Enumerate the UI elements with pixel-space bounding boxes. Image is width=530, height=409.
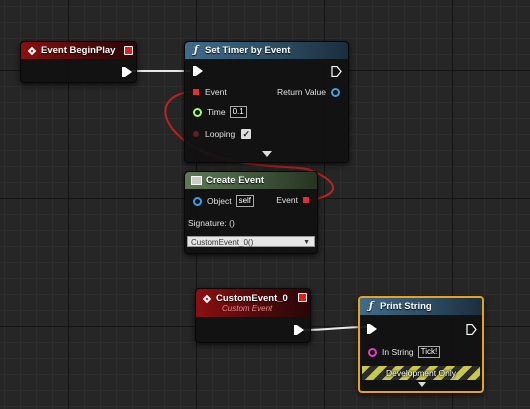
- in-string-value-field[interactable]: Tick!: [417, 346, 441, 358]
- time-row[interactable]: Time 0.1: [193, 106, 247, 118]
- event-output-label: Event: [276, 195, 298, 205]
- signature-row: Signature: (): [188, 218, 235, 228]
- create-event-header[interactable]: Create Event: [185, 172, 317, 189]
- object-row[interactable]: Object self: [193, 195, 255, 207]
- delegate-input-pin[interactable]: [193, 89, 199, 95]
- print-string-header[interactable]: ƒ Print String: [360, 298, 482, 315]
- function-icon: ƒ: [368, 300, 374, 312]
- custom-event-node[interactable]: CustomEvent_0 Custom Event: [195, 288, 311, 343]
- development-only-label: Development Only: [386, 368, 456, 378]
- delegate-output-pin[interactable]: [124, 46, 133, 55]
- return-value-label: Return Value: [277, 87, 326, 97]
- delegate-output-pin[interactable]: [298, 293, 307, 302]
- in-string-row[interactable]: In String Tick!: [368, 346, 441, 358]
- event-begin-play-title: Event BeginPlay: [41, 45, 116, 56]
- object-label: Object: [207, 196, 232, 206]
- diamond-icon: [27, 46, 37, 55]
- event-input-row[interactable]: Event: [193, 87, 227, 97]
- return-value-row[interactable]: Return Value: [277, 87, 340, 97]
- event-output-row[interactable]: Event: [276, 195, 309, 205]
- delegate-output-pin[interactable]: [303, 197, 309, 203]
- event-input-label: Event: [205, 87, 227, 97]
- exec-output-pin[interactable]: [122, 67, 132, 77]
- event-begin-play-header[interactable]: Event BeginPlay: [21, 42, 136, 59]
- set-timer-node[interactable]: ƒ Set Timer by Event Event Return Value …: [184, 41, 349, 163]
- signature-dropdown[interactable]: CustomEvent_0() ▼: [187, 236, 315, 247]
- object-value-field[interactable]: self: [235, 195, 255, 207]
- development-only-strip: Development Only: [362, 366, 480, 380]
- looping-checkbox[interactable]: ✓: [241, 129, 252, 139]
- create-event-node[interactable]: Create Event Object self Event Signature…: [184, 171, 318, 254]
- in-string-label: In String: [382, 347, 414, 357]
- in-string-input-pin[interactable]: [368, 347, 377, 357]
- time-label: Time: [207, 107, 226, 117]
- exec-output-pin[interactable]: [466, 324, 477, 335]
- looping-label: Looping: [205, 129, 236, 139]
- expand-arrow-icon[interactable]: [418, 382, 426, 387]
- custom-event-header[interactable]: CustomEvent_0 Custom Event: [196, 289, 310, 317]
- set-timer-title: Set Timer by Event: [205, 45, 291, 56]
- diamond-icon: [202, 294, 212, 303]
- set-timer-header[interactable]: ƒ Set Timer by Event: [185, 42, 348, 59]
- return-value-pin[interactable]: [331, 87, 340, 97]
- time-value-field[interactable]: 0.1: [229, 106, 247, 118]
- function-icon: ƒ: [193, 44, 199, 56]
- dropdown-arrow-icon: ▼: [303, 239, 310, 246]
- object-input-pin[interactable]: [193, 196, 202, 206]
- signature-dropdown-value: CustomEvent_0(): [191, 238, 254, 247]
- exec-output-pin[interactable]: [294, 325, 304, 335]
- exec-input-pin[interactable]: [367, 324, 377, 334]
- create-event-title: Create Event: [206, 175, 265, 186]
- looping-row[interactable]: Looping ✓: [193, 129, 252, 139]
- print-string-node[interactable]: ƒ Print String In String Tick! Developme…: [358, 296, 484, 393]
- print-string-title: Print String: [380, 301, 432, 312]
- custom-event-subtitle: Custom Event: [222, 304, 273, 313]
- exec-input-pin[interactable]: [193, 66, 203, 76]
- exec-output-pin[interactable]: [331, 66, 342, 77]
- signature-label: Signature: (): [188, 218, 235, 228]
- event-begin-play-node[interactable]: Event BeginPlay: [20, 41, 137, 83]
- expand-arrow-icon[interactable]: [262, 151, 272, 157]
- time-input-pin[interactable]: [193, 107, 202, 117]
- looping-input-pin[interactable]: [193, 131, 199, 137]
- grid-icon: [191, 176, 202, 185]
- custom-event-title: CustomEvent_0: [216, 293, 288, 304]
